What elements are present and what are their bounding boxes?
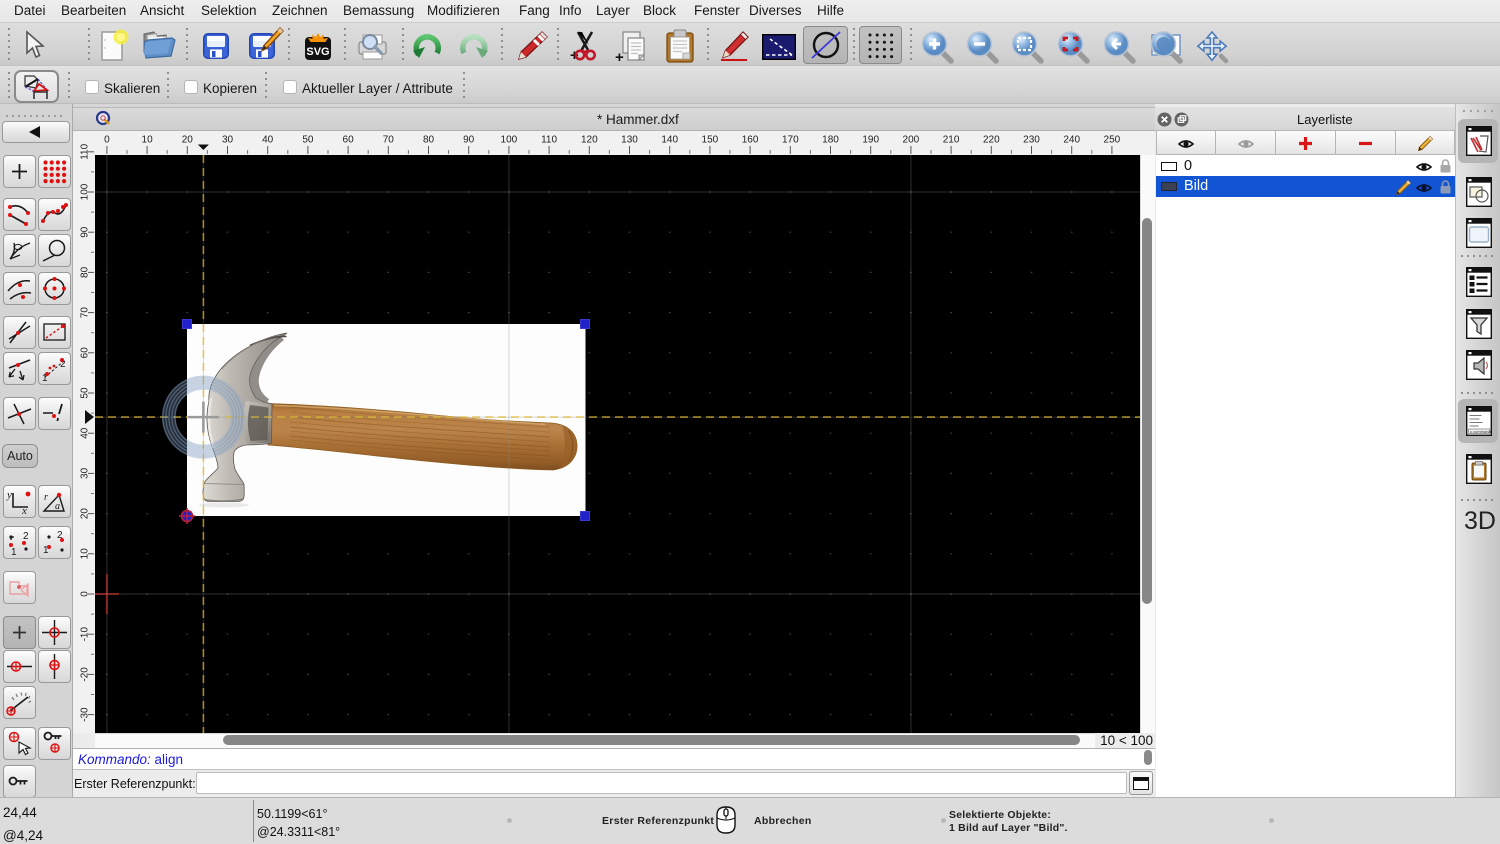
svg-text:y: y [6, 489, 12, 501]
svg-text:220: 220 [983, 135, 1000, 146]
svg-text:90: 90 [463, 135, 475, 146]
svg-text:a: a [55, 501, 60, 512]
svg-text:230: 230 [1023, 135, 1040, 146]
svg-text:200: 200 [903, 135, 920, 146]
svg-text:c command: c command [1470, 429, 1491, 434]
svg-text:210: 210 [943, 135, 960, 146]
svg-text:150: 150 [702, 135, 719, 146]
svg-text:60: 60 [343, 135, 355, 146]
svg-text:190: 190 [862, 135, 879, 146]
svg-text:140: 140 [661, 135, 678, 146]
svg-text:160: 160 [742, 135, 759, 146]
svg-text:70: 70 [383, 135, 395, 146]
svg-text:100: 100 [501, 135, 518, 146]
svg-text:180: 180 [822, 135, 839, 146]
svg-text:80: 80 [423, 135, 435, 146]
svg-text:130: 130 [621, 135, 638, 146]
svg-text:30: 30 [222, 135, 234, 146]
svg-text:240: 240 [1063, 135, 1080, 146]
svg-text:50: 50 [302, 135, 314, 146]
svg-text:r: r [44, 492, 48, 503]
svg-text:SVG: SVG [306, 46, 329, 58]
svg-text:40: 40 [262, 135, 274, 146]
svg-text:2: 2 [23, 531, 29, 542]
svg-text:170: 170 [782, 135, 799, 146]
svg-text:20: 20 [182, 135, 194, 146]
svg-text:+: + [570, 47, 579, 64]
svg-text:1: 1 [11, 547, 17, 558]
svg-text:0: 0 [104, 135, 110, 146]
svg-text:250: 250 [1104, 135, 1121, 146]
svg-text:120: 120 [581, 135, 598, 146]
svg-text:10: 10 [142, 135, 154, 146]
svg-text:110: 110 [541, 135, 557, 146]
